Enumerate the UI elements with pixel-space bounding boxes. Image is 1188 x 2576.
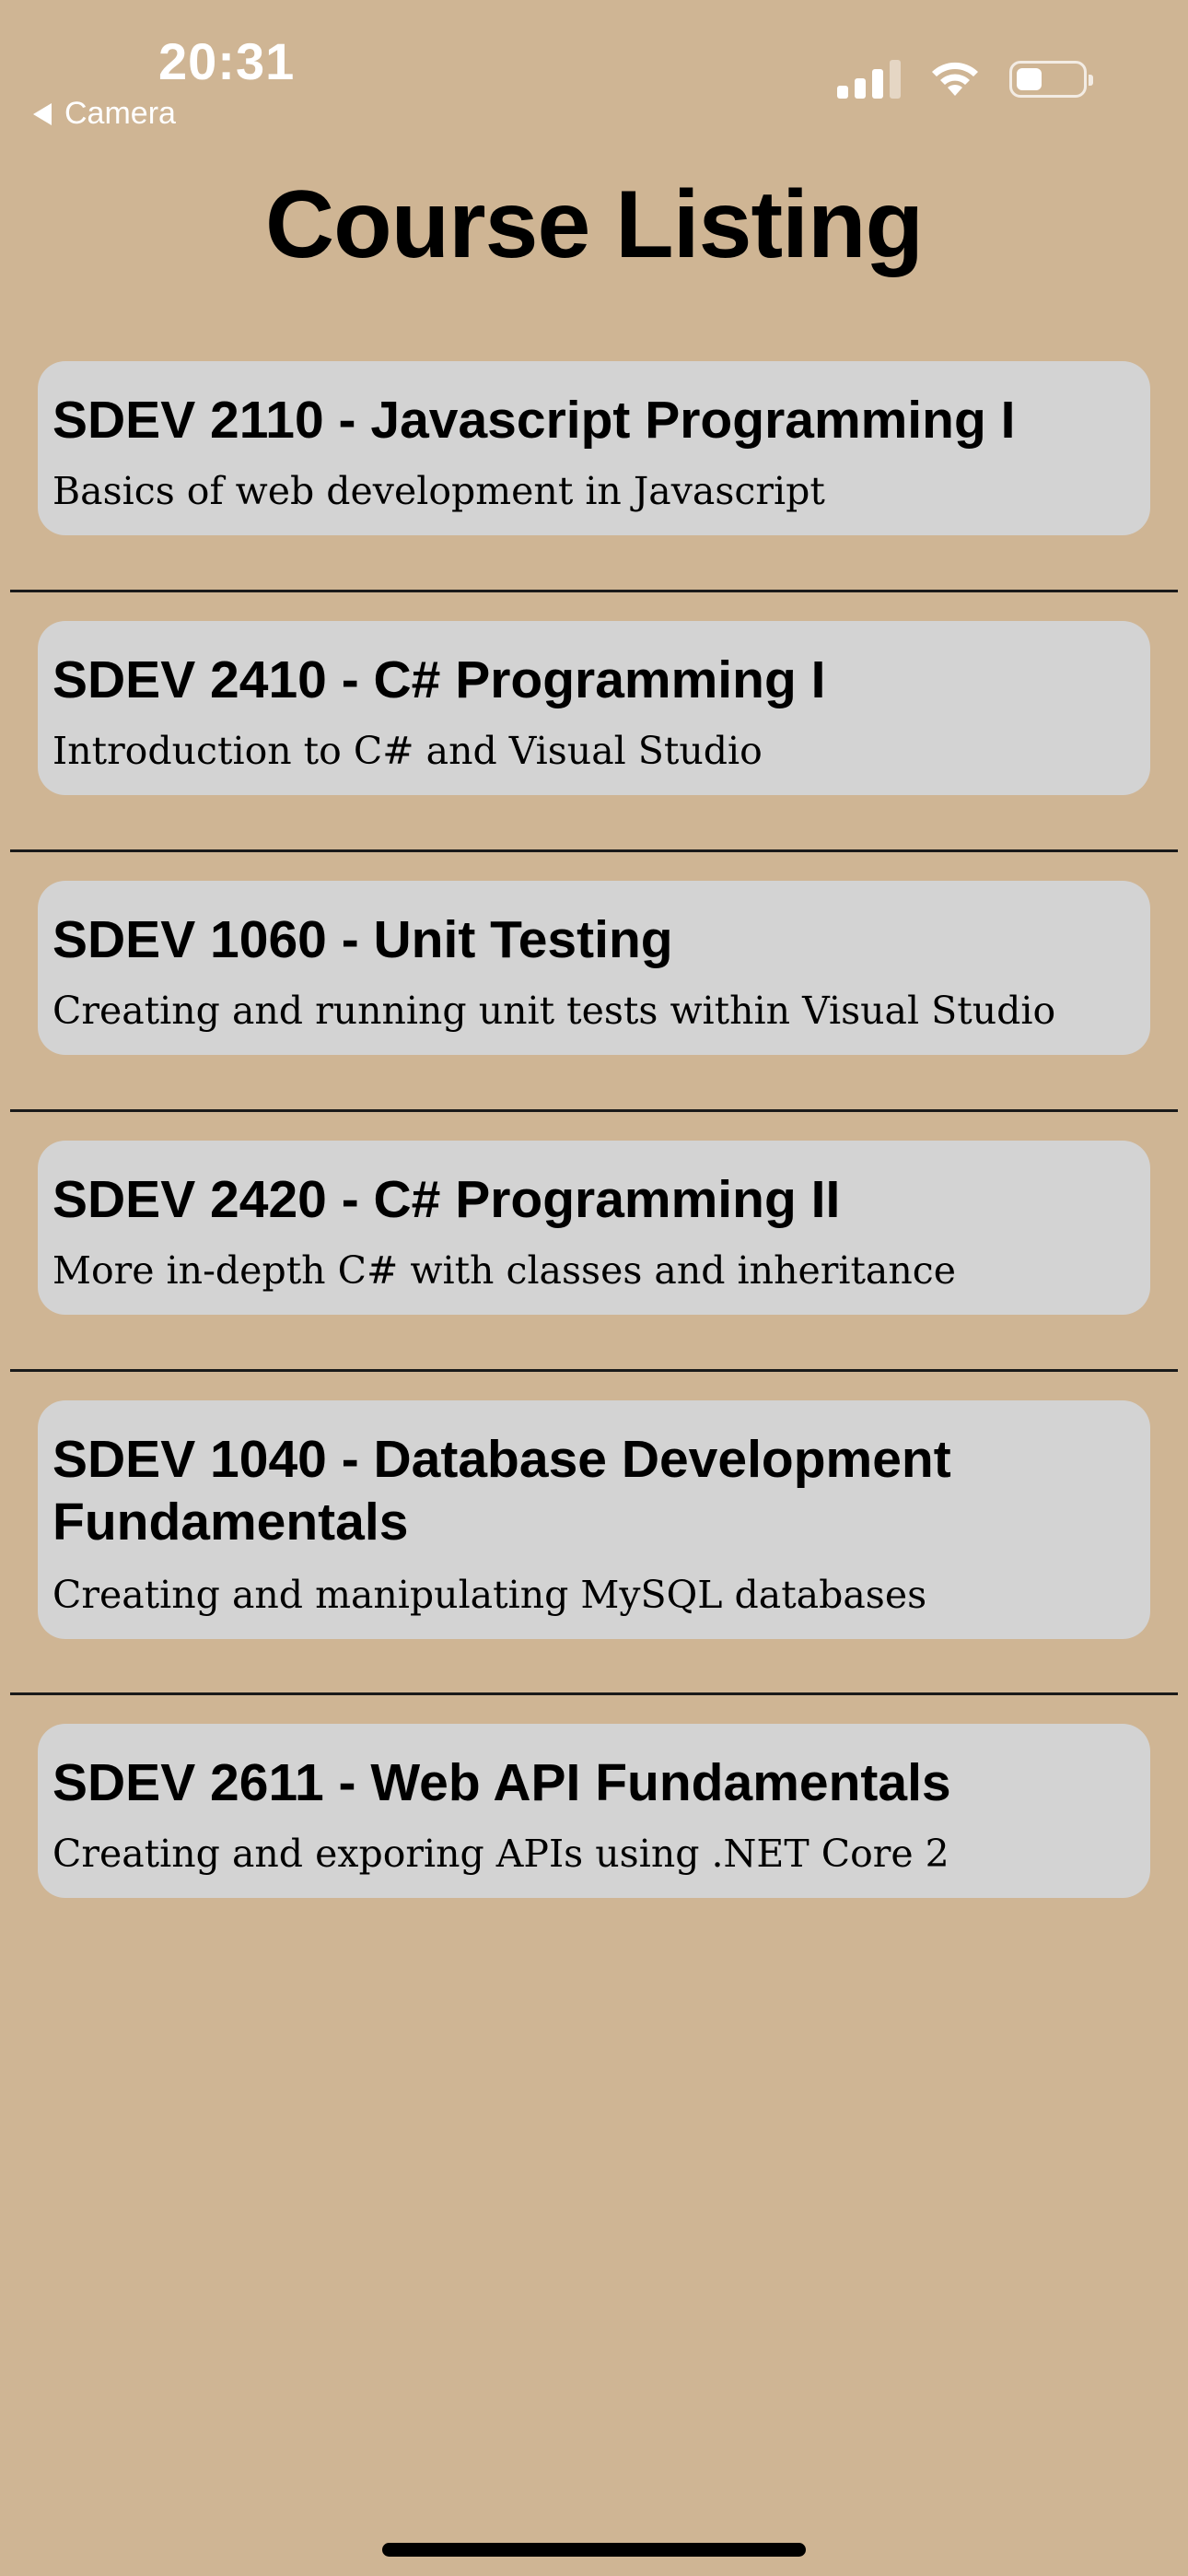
course-description: More in-depth C# with classes and inheri… bbox=[52, 1248, 956, 1293]
course-card[interactable]: SDEV 2110 - Javascript Programming I Bas… bbox=[38, 361, 1150, 535]
course-title: SDEV 1040 - Database Development Fundame… bbox=[52, 1430, 951, 1551]
home-indicator bbox=[382, 2543, 806, 2557]
course-card[interactable]: SDEV 1060 - Unit Testing Creating and ru… bbox=[38, 881, 1150, 1055]
course-title: SDEV 1060 - Unit Testing bbox=[52, 910, 673, 969]
cellular-signal-icon bbox=[837, 60, 901, 99]
course-description: Introduction to C# and Visual Studio bbox=[52, 729, 763, 773]
course-title: SDEV 2611 - Web API Fundamentals bbox=[52, 1753, 951, 1812]
course-card[interactable]: SDEV 2410 - C# Programming I Introductio… bbox=[38, 621, 1150, 795]
course-card[interactable]: SDEV 1040 - Database Development Fundame… bbox=[38, 1400, 1150, 1639]
course-divider bbox=[10, 590, 1178, 592]
course-title: SDEV 2410 - C# Programming I bbox=[52, 650, 826, 709]
course-card[interactable]: SDEV 2420 - C# Programming II More in-de… bbox=[38, 1141, 1150, 1315]
course-divider bbox=[10, 849, 1178, 852]
back-to-camera-link[interactable]: Camera bbox=[33, 96, 176, 132]
back-link-label: Camera bbox=[64, 96, 176, 131]
battery-icon bbox=[1009, 61, 1093, 98]
course-description: Creating and exporing APIs using .NET Co… bbox=[52, 1832, 949, 1876]
course-divider bbox=[10, 1109, 1178, 1112]
course-title: SDEV 2420 - C# Programming II bbox=[52, 1170, 841, 1229]
status-icons bbox=[837, 59, 1093, 100]
course-title: SDEV 2110 - Javascript Programming I bbox=[52, 391, 1016, 450]
wifi-icon bbox=[932, 62, 978, 96]
course-divider bbox=[10, 1692, 1178, 1695]
course-description: Creating and running unit tests within V… bbox=[52, 989, 1056, 1033]
course-description: Creating and manipulating MySQL database… bbox=[52, 1573, 927, 1617]
course-divider bbox=[10, 1369, 1178, 1372]
course-card[interactable]: SDEV 2611 - Web API Fundamentals Creatin… bbox=[38, 1724, 1150, 1898]
status-time: 20:31 bbox=[158, 32, 296, 90]
course-description: Basics of web development in Javascript bbox=[52, 469, 825, 513]
page-title: Course Listing bbox=[264, 171, 924, 278]
back-arrow-icon bbox=[33, 102, 52, 125]
